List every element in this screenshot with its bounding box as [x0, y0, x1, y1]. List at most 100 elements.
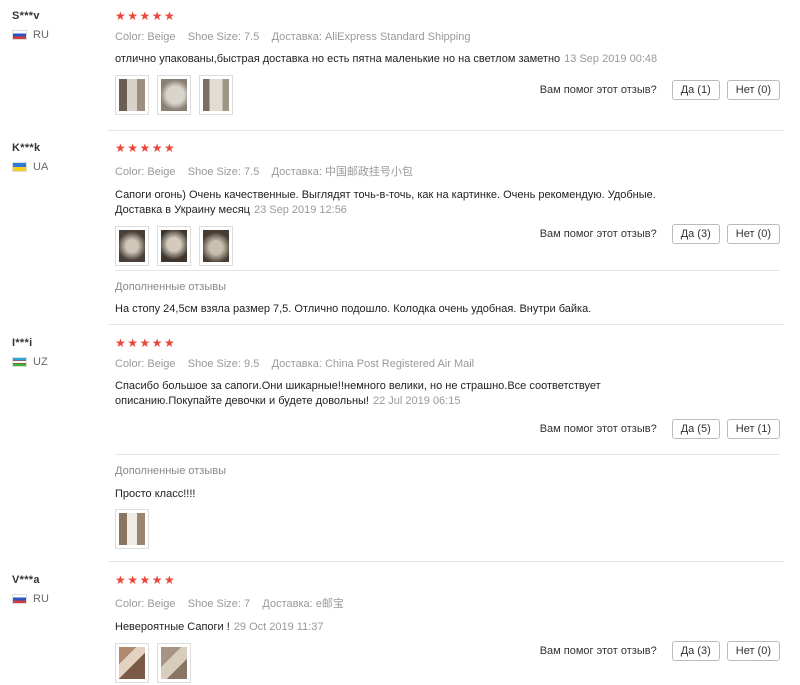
- helpful-yes-button[interactable]: Да (3): [671, 224, 720, 244]
- rating-stars: ★★★★★: [115, 336, 177, 350]
- helpful-yes-button[interactable]: Да (3): [671, 641, 720, 661]
- size-value: 7.5: [244, 166, 260, 178]
- review-text-content: Невероятные Сапоги !: [115, 621, 230, 633]
- flag-ru-icon: [12, 30, 27, 40]
- delivery-label: Доставка:: [262, 598, 313, 610]
- reviewer-name: I***i: [12, 337, 33, 349]
- color-label: Color:: [115, 598, 145, 610]
- review-text: Невероятные Сапоги ! 29 Oct 2019 11:37: [115, 620, 780, 635]
- delivery-value: e邮宝: [315, 598, 344, 610]
- rating-stars: ★★★★★: [115, 141, 177, 155]
- review-photo-thumbnail[interactable]: [115, 75, 149, 115]
- review-date: 23 Sep 2019 12:56: [253, 204, 347, 216]
- delivery-value: AliExpress Standard Shipping: [324, 31, 471, 43]
- reviewer-country: UZ: [12, 356, 102, 368]
- review-body: ★★★★★ Color: Beige Shoe Size: 7 Доставка…: [115, 574, 780, 683]
- additional-review-text: Просто класс!!!!: [115, 488, 196, 500]
- review-text-content: отлично упакованы,быстрая доставка но ес…: [115, 53, 561, 65]
- reviewer-name: K***k: [12, 142, 41, 154]
- helpful-label: Вам помог этот отзыв?: [539, 645, 657, 657]
- review-text-content: Сапоги огонь) Очень качественные. Выгляд…: [115, 189, 656, 216]
- delivery-value: 中国邮政挂号小包: [324, 166, 413, 178]
- photo-thumbnails: [115, 509, 149, 549]
- flag-ru-icon: [12, 594, 27, 604]
- reviewer-country: RU: [12, 29, 102, 41]
- helpful-no-button[interactable]: Нет (1): [726, 419, 780, 439]
- review-text-content: Спасибо большое за сапоги.Они шикарные!!…: [115, 380, 601, 407]
- helpful-vote: Вам помог этот отзыв? Да (1) Нет (0): [540, 80, 780, 100]
- color-value: Beige: [147, 31, 176, 43]
- helpful-no-button[interactable]: Нет (0): [726, 80, 780, 100]
- review-photo-thumbnail[interactable]: [157, 75, 191, 115]
- helpful-vote: Вам помог этот отзыв? Да (5) Нет (1): [540, 419, 780, 439]
- additional-reviews-title: Дополненные отзывы: [115, 465, 226, 477]
- color-label: Color:: [115, 358, 145, 370]
- review-date: 13 Sep 2019 00:48: [564, 53, 658, 65]
- size-value: 7.5: [244, 31, 260, 43]
- helpful-vote: Вам помог этот отзыв? Да (3) Нет (0): [540, 641, 780, 661]
- helpful-label: Вам помог этот отзыв?: [539, 228, 657, 240]
- review-photo-thumbnail[interactable]: [115, 643, 149, 683]
- color-value: Beige: [147, 598, 176, 610]
- order-attributes: Color: Beige Shoe Size: 7.5 Доставка: Al…: [115, 31, 780, 43]
- additional-divider: [115, 454, 780, 455]
- delivery-label: Доставка:: [271, 31, 322, 43]
- review-photo-thumbnail[interactable]: [157, 226, 191, 266]
- size-label: Shoe Size:: [187, 31, 241, 43]
- review-text: Сапоги огонь) Очень качественные. Выгляд…: [115, 188, 675, 218]
- rating-stars: ★★★★★: [115, 573, 177, 587]
- review-photo-thumbnail[interactable]: [199, 226, 233, 266]
- flag-ua-icon: [12, 162, 27, 172]
- additional-divider: [115, 270, 780, 271]
- reviewer-country: UA: [12, 161, 102, 173]
- order-attributes: Color: Beige Shoe Size: 7.5 Доставка: 中国…: [115, 163, 780, 179]
- helpful-no-button[interactable]: Нет (0): [726, 641, 780, 661]
- delivery-label: Доставка:: [271, 166, 322, 178]
- review-date: 22 Jul 2019 06:15: [372, 395, 461, 407]
- size-label: Shoe Size:: [187, 166, 241, 178]
- country-code: RU: [33, 593, 49, 605]
- size-value: 9.5: [244, 358, 260, 370]
- review-divider: [108, 561, 784, 562]
- reviewer-name: S***v: [12, 10, 40, 22]
- review-photo-thumbnail[interactable]: [199, 75, 233, 115]
- helpful-vote: Вам помог этот отзыв? Да (3) Нет (0): [540, 224, 780, 244]
- review-date: 29 Oct 2019 11:37: [233, 621, 324, 633]
- color-label: Color:: [115, 31, 145, 43]
- helpful-label: Вам помог этот отзыв?: [539, 84, 657, 96]
- review-body: ★★★★★ Color: Beige Shoe Size: 9.5 Достав…: [115, 336, 780, 549]
- reviewer-country: RU: [12, 593, 102, 605]
- color-value: Beige: [147, 358, 176, 370]
- additional-reviews-title: Дополненные отзывы: [115, 281, 226, 293]
- additional-review-text: На стопу 24,5см взяла размер 7,5. Отличн…: [115, 303, 592, 315]
- review-photo-thumbnail[interactable]: [157, 643, 191, 683]
- color-label: Color:: [115, 166, 145, 178]
- order-attributes: Color: Beige Shoe Size: 9.5 Доставка: Ch…: [115, 358, 780, 370]
- review-photo-thumbnail[interactable]: [115, 509, 149, 549]
- review-body: ★★★★★ Color: Beige Shoe Size: 7.5 Достав…: [115, 141, 780, 315]
- country-code: RU: [33, 29, 49, 41]
- reviewer-name: V***a: [12, 574, 40, 586]
- rating-stars: ★★★★★: [115, 9, 177, 23]
- reviewer-info: K***k UA: [12, 142, 102, 173]
- delivery-value: China Post Registered Air Mail: [324, 358, 475, 370]
- helpful-no-button[interactable]: Нет (0): [726, 224, 780, 244]
- reviewer-info: S***v RU: [12, 10, 102, 41]
- color-value: Beige: [147, 166, 176, 178]
- review-photo-thumbnail[interactable]: [115, 226, 149, 266]
- review-text: Спасибо большое за сапоги.Они шикарные!!…: [115, 379, 635, 409]
- size-label: Shoe Size:: [187, 358, 241, 370]
- review-divider: [108, 130, 784, 131]
- size-label: Shoe Size:: [187, 598, 241, 610]
- size-value: 7: [244, 598, 251, 610]
- helpful-yes-button[interactable]: Да (5): [671, 419, 720, 439]
- country-code: UA: [33, 161, 49, 173]
- helpful-yes-button[interactable]: Да (1): [671, 80, 720, 100]
- reviewer-info: I***i UZ: [12, 337, 102, 368]
- flag-uz-icon: [12, 357, 27, 367]
- country-code: UZ: [33, 356, 48, 368]
- order-attributes: Color: Beige Shoe Size: 7 Доставка: e邮宝: [115, 595, 780, 611]
- review-text: отлично упакованы,быстрая доставка но ес…: [115, 52, 780, 67]
- review-divider: [108, 324, 784, 325]
- delivery-label: Доставка:: [271, 358, 322, 370]
